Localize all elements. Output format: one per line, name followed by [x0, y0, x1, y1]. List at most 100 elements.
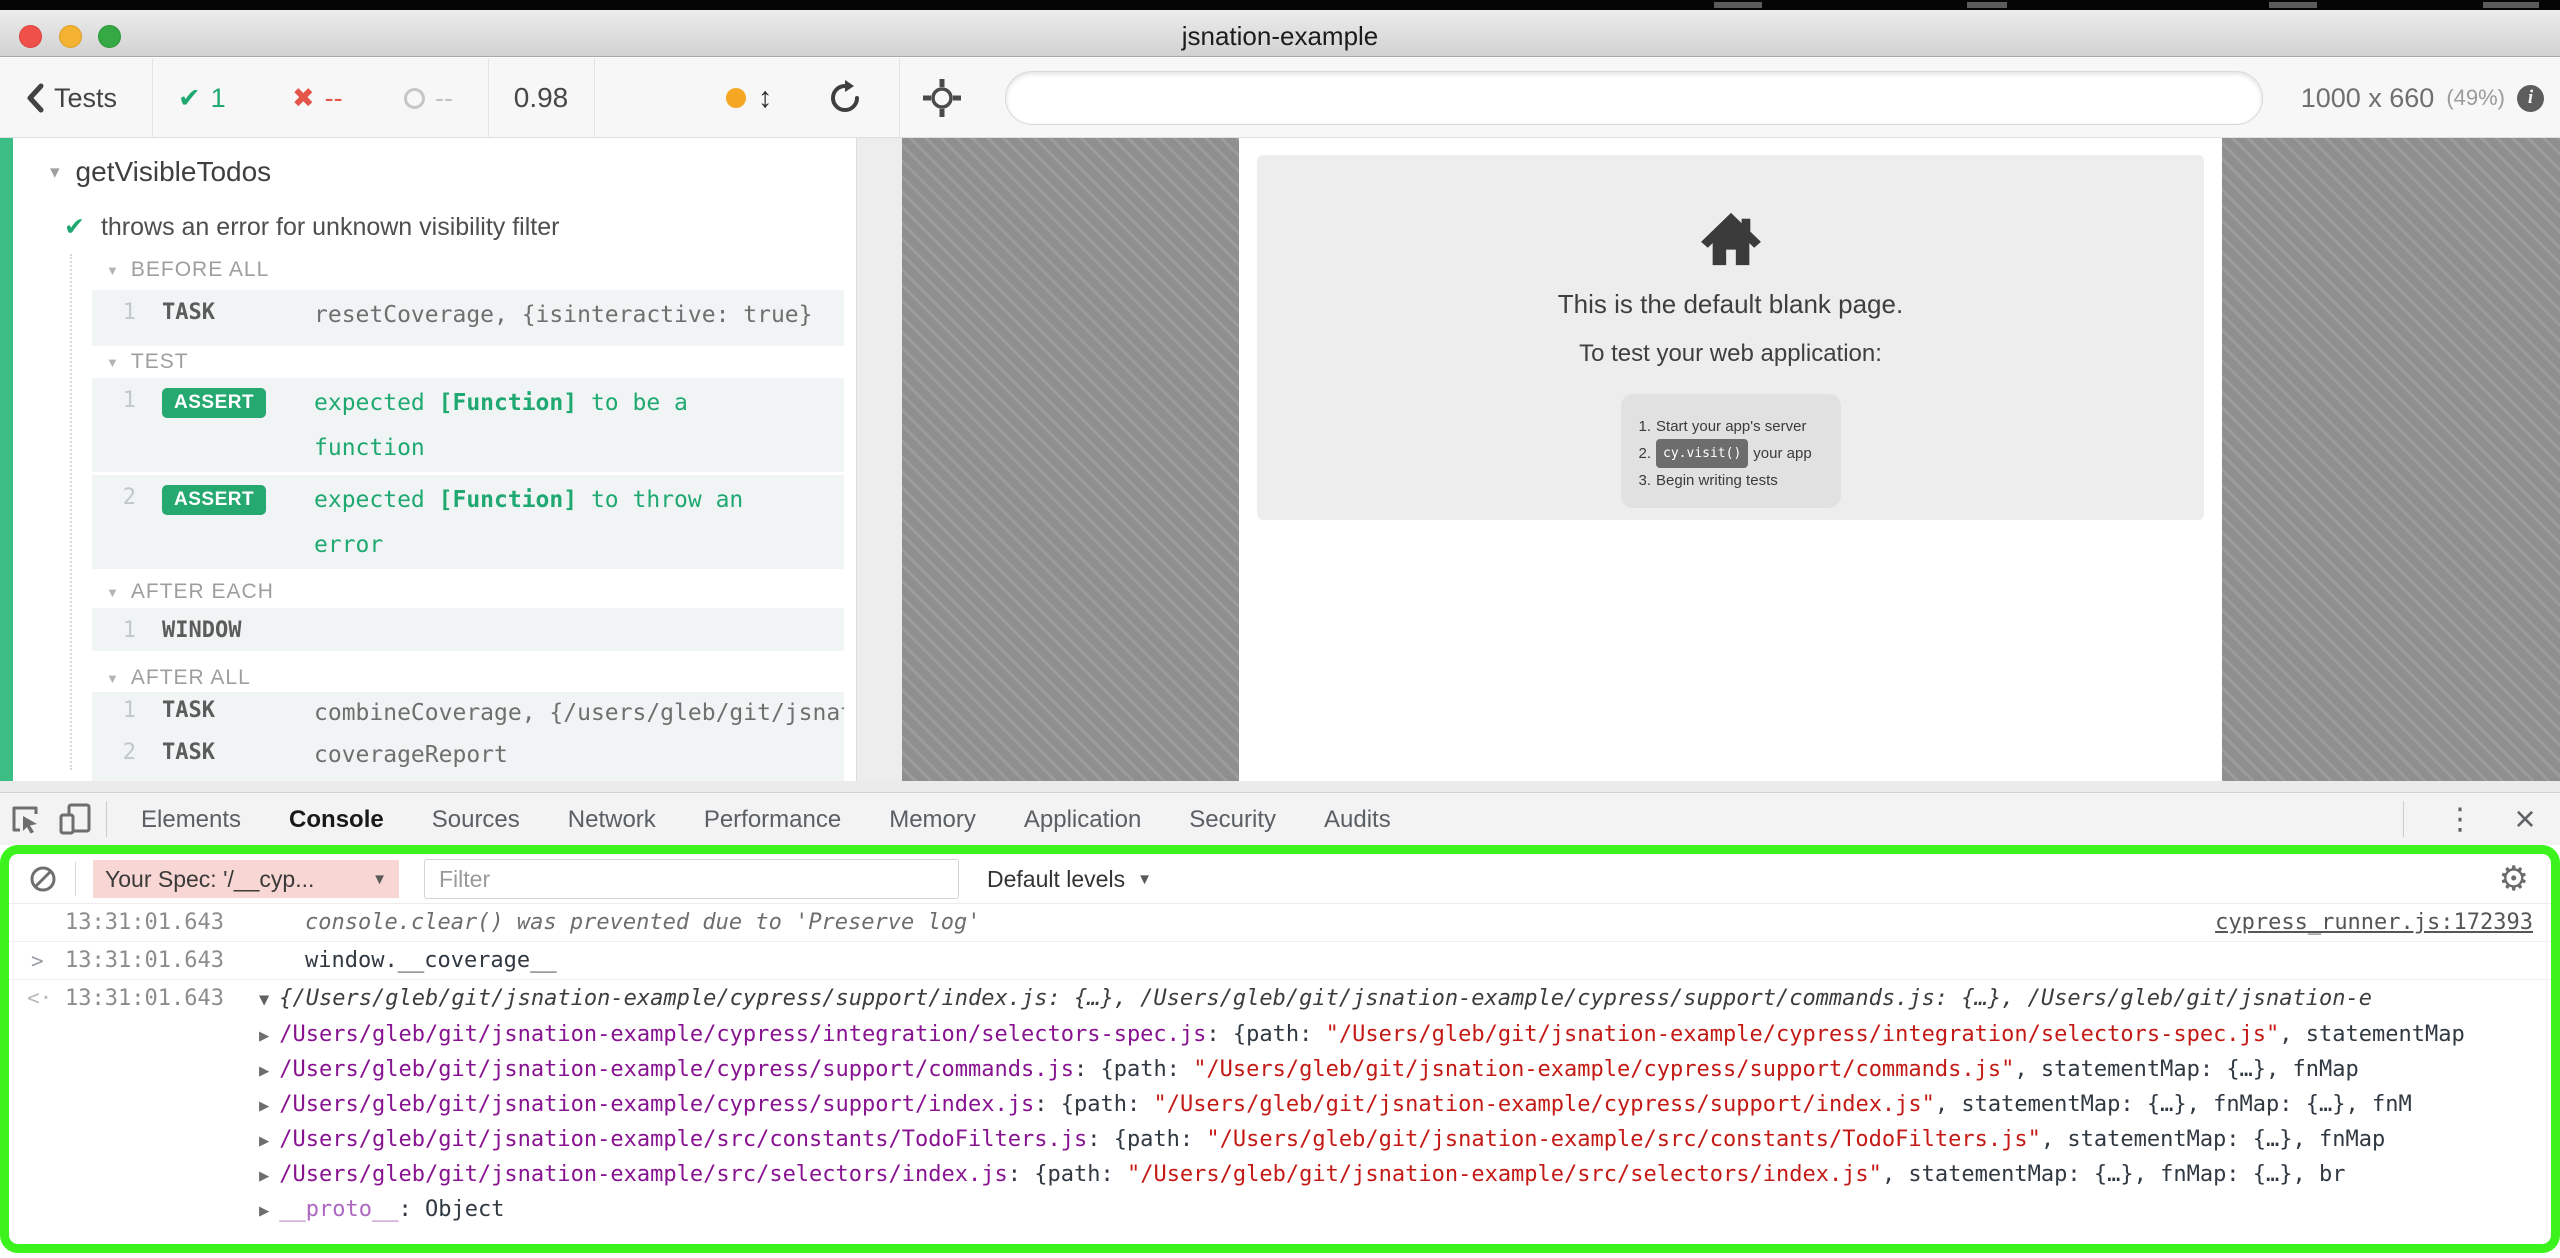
info-icon[interactable]: i: [2517, 85, 2544, 112]
console-filter-input[interactable]: [424, 859, 959, 899]
auto-scroll-toggle[interactable]: ↕: [726, 58, 773, 138]
instruction-step: 2.cy.visit()your app: [1639, 439, 1841, 468]
expand-triangle-icon[interactable]: ▶: [259, 1026, 269, 1046]
execution-context-selector[interactable]: Your Spec: '/__cyp... ▼: [93, 860, 399, 898]
blank-page-heading: This is the default blank page.: [1257, 289, 2204, 320]
expand-triangle-icon[interactable]: ▶: [259, 1166, 269, 1186]
object-property-row: ▶/Users/gleb/git/jsnation-example/cypres…: [9, 1017, 2551, 1052]
console-message-info: 13:31:01.643 console.clear() was prevent…: [9, 904, 2551, 942]
hook-header-after-each[interactable]: ▼ AFTER EACH: [106, 580, 274, 604]
command-message: expected [Function] to throw an error: [314, 478, 794, 561]
viewport-scale: (49%): [2446, 85, 2505, 111]
tab-memory[interactable]: Memory: [865, 793, 1000, 846]
failed-count: ✖ --: [292, 58, 343, 138]
tab-elements[interactable]: Elements: [117, 793, 265, 846]
command-number: 2: [98, 483, 136, 561]
test-title: throws an error for unknown visibility f…: [101, 213, 560, 242]
tab-console[interactable]: Console: [265, 793, 408, 846]
menubar-artifact: [1714, 2, 1762, 8]
cypress-toolbar: Tests ✔ 1 ✖ -- -- 0.98 ↕: [0, 58, 2560, 138]
back-to-tests-label: Tests: [54, 83, 117, 114]
suite-header[interactable]: ▾ getVisibleTodos: [50, 156, 271, 188]
window-title: jsnation-example: [0, 21, 2560, 52]
object-property-row: ▶/Users/gleb/git/jsnation-example/src/se…: [9, 1157, 2551, 1192]
up-down-arrow-icon: ↕: [758, 82, 773, 115]
url-input[interactable]: [1005, 71, 2263, 125]
object-property-row: ▶/Users/gleb/git/jsnation-example/cypres…: [9, 1087, 2551, 1122]
instruction-step: 3.Begin writing tests: [1639, 468, 1841, 493]
command-number: 1: [98, 298, 136, 338]
command-number: 1: [98, 386, 136, 464]
command-number: 2: [98, 738, 136, 778]
instructions-box: 1.Start your app's server 2.cy.visit()yo…: [1621, 394, 1841, 508]
clear-console-button[interactable]: [29, 865, 57, 893]
caret-down-icon: ▼: [106, 671, 119, 686]
chevron-down-icon: ▼: [1137, 871, 1152, 888]
source-link[interactable]: cypress_runner.js:172393: [2215, 904, 2533, 942]
tab-performance[interactable]: Performance: [680, 793, 865, 846]
toolbar-divider: [594, 58, 595, 137]
command-row[interactable]: 1 ASSERT expected [Function] to be a fun…: [92, 378, 844, 472]
screen: jsnation-example Tests ✔ 1 ✖ -- -- 0.98 …: [0, 0, 2560, 1258]
command-row[interactable]: 2 TASK coverageReport: [92, 734, 844, 781]
cypress-reporter-panel: ▾ getVisibleTodos ✔ throws an error for …: [0, 138, 856, 781]
command-row[interactable]: 2 ASSERT expected [Function] to throw an…: [92, 475, 844, 569]
test-result-row[interactable]: ✔ throws an error for unknown visibility…: [64, 212, 559, 242]
inspect-element-button[interactable]: [0, 793, 50, 846]
pending-count: --: [404, 58, 453, 138]
pending-count-value: --: [435, 83, 453, 114]
expand-triangle-icon[interactable]: ▶: [259, 1096, 269, 1116]
caret-down-icon: ▼: [106, 355, 119, 370]
devtools-tab-bar: Elements Console Sources Network Perform…: [0, 792, 2560, 845]
devtools-close-button[interactable]: ×: [2490, 798, 2560, 840]
main-area: ▾ getVisibleTodos ✔ throws an error for …: [0, 138, 2560, 792]
context-label: Your Spec: '/__cyp...: [105, 866, 314, 893]
console-settings-button[interactable]: ⚙: [2499, 854, 2529, 904]
console-toolbar: Your Spec: '/__cyp... ▼ Default levels ▼…: [9, 854, 2551, 904]
hook-guide-line: [70, 254, 72, 770]
command-row[interactable]: 1 TASK resetCoverage, {isinteractive: tr…: [92, 290, 844, 346]
tab-sources[interactable]: Sources: [408, 793, 544, 846]
levels-label: Default levels: [987, 866, 1125, 893]
result-arrow-icon: <·: [27, 980, 52, 1017]
chevron-left-icon: [26, 83, 44, 113]
blank-page-subheading: To test your web application:: [1257, 340, 2204, 368]
hook-name: AFTER EACH: [131, 580, 274, 604]
expand-triangle-icon[interactable]: ▶: [259, 1201, 269, 1221]
devtools-menu-button[interactable]: ⋮: [2430, 802, 2490, 837]
tab-network[interactable]: Network: [544, 793, 680, 846]
viewport-size: 1000 x 660: [2301, 83, 2435, 114]
default-blank-page-card: This is the default blank page. To test …: [1257, 155, 2204, 520]
test-duration: 0.98: [492, 58, 590, 138]
command-row[interactable]: 1 WINDOW: [92, 608, 844, 651]
log-levels-dropdown[interactable]: Default levels ▼: [987, 854, 1152, 904]
toolbar-divider: [106, 801, 107, 837]
toolbar-divider: [152, 58, 153, 137]
toggle-device-toolbar-button[interactable]: [50, 793, 100, 846]
tab-security[interactable]: Security: [1165, 793, 1300, 846]
object-property-row: ▶/Users/gleb/git/jsnation-example/src/co…: [9, 1122, 2551, 1157]
command-message: resetCoverage, {isinteractive: true}: [314, 293, 813, 338]
failed-count-value: --: [325, 83, 343, 114]
object-property-row: ▶/Users/gleb/git/jsnation-example/cypres…: [9, 1052, 2551, 1087]
caret-down-icon: ▼: [106, 263, 119, 278]
back-to-tests-button[interactable]: Tests: [26, 58, 117, 138]
collapse-triangle-icon[interactable]: ▼: [259, 990, 269, 1010]
hook-header-test[interactable]: ▼ TEST: [106, 350, 189, 374]
command-method: WINDOW: [162, 616, 314, 643]
crosshair-icon: [922, 78, 962, 118]
tab-application[interactable]: Application: [1000, 793, 1165, 846]
toolbar-divider: [75, 862, 76, 896]
cross-icon: ✖: [292, 83, 315, 114]
window-titlebar: jsnation-example: [0, 10, 2560, 57]
restart-tests-button[interactable]: [828, 58, 862, 138]
expand-triangle-icon[interactable]: ▶: [259, 1131, 269, 1151]
toolbar-divider: [488, 58, 489, 137]
hook-header-after-all[interactable]: ▼ AFTER ALL: [106, 666, 251, 690]
selector-playground-button[interactable]: [922, 58, 962, 138]
expand-triangle-icon[interactable]: ▶: [259, 1061, 269, 1081]
hook-header-before-all[interactable]: ▼ BEFORE ALL: [106, 258, 269, 282]
passed-indicator-strip: [0, 138, 13, 781]
tab-audits[interactable]: Audits: [1300, 793, 1415, 846]
chevron-down-icon: ▼: [372, 871, 387, 888]
